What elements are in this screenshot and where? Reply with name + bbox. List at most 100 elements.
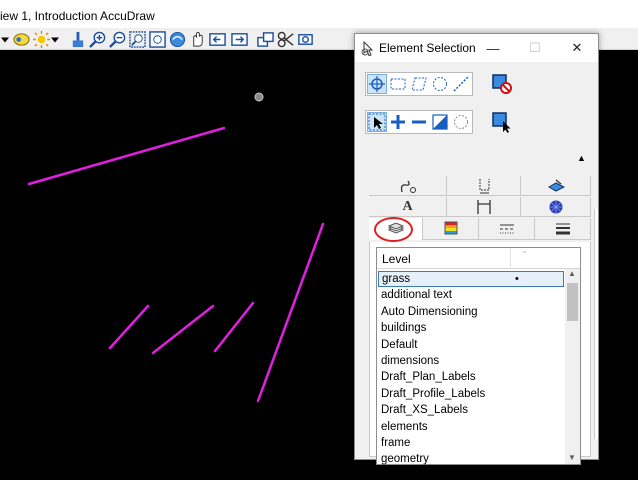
- line-element[interactable]: [151, 304, 215, 355]
- display-style-icon: [547, 178, 565, 192]
- scroll-down-icon[interactable]: ▼: [568, 453, 576, 462]
- invert-mode-icon[interactable]: [430, 112, 450, 132]
- fit-view-icon[interactable]: [148, 30, 166, 48]
- brush-icon[interactable]: [68, 30, 86, 48]
- element-selection-icon: [361, 40, 374, 56]
- list-item[interactable]: frame: [378, 435, 564, 451]
- tab-line-style[interactable]: [479, 218, 535, 240]
- list-item[interactable]: dimensions: [378, 353, 564, 369]
- close-button[interactable]: ✕: [567, 38, 587, 58]
- dialog-title-bar[interactable]: Element Selection — ☐ ✕: [355, 34, 598, 62]
- minimize-button[interactable]: —: [483, 38, 503, 58]
- lights-dropdown-icon[interactable]: [50, 30, 60, 48]
- weight-icon: [555, 223, 570, 234]
- level-list-header[interactable]: Level ˇ: [377, 248, 580, 269]
- zoom-in-icon[interactable]: [88, 30, 106, 48]
- level-column-header[interactable]: Level: [382, 252, 411, 266]
- clip-icon[interactable]: [276, 30, 294, 48]
- line-element[interactable]: [256, 222, 325, 403]
- dialog-title: Element Selection: [379, 41, 476, 55]
- camera-icon[interactable]: [296, 30, 314, 48]
- list-item[interactable]: Default: [378, 337, 564, 353]
- tab-dimension-style[interactable]: [447, 197, 521, 217]
- level-name: Draft_XS_Labels: [381, 404, 468, 417]
- clear-selection-icon[interactable]: [491, 73, 513, 95]
- tab-display-style[interactable]: [521, 176, 591, 196]
- annotation-circle: [374, 217, 413, 242]
- color-icon: [444, 221, 457, 234]
- panel-edge: [594, 209, 598, 439]
- select-all-icon[interactable]: [491, 111, 513, 133]
- level-name: Draft_Plan_Labels: [381, 371, 476, 384]
- element-selection-dialog: Element Selection — ☐ ✕ ▲ A Level ˇ gras…: [354, 33, 599, 465]
- subtract-mode-icon[interactable]: [409, 112, 429, 132]
- level-name: Default: [381, 338, 418, 351]
- list-item[interactable]: Draft_Plan_Labels: [378, 369, 564, 385]
- level-name: dimensions: [381, 354, 440, 367]
- add-mode-icon[interactable]: [388, 112, 408, 132]
- list-item[interactable]: additional text: [378, 287, 564, 303]
- tab-text-style[interactable]: A: [369, 197, 447, 217]
- tab-class[interactable]: [447, 176, 521, 196]
- list-item[interactable]: buildings: [378, 320, 564, 336]
- dimension-icon: [479, 178, 489, 193]
- microstation-window: iew 1, Introduction AccuDraw Element Sel…: [0, 0, 638, 480]
- dropdown-arrow-icon[interactable]: [0, 30, 10, 48]
- level-name: geometry: [381, 453, 429, 466]
- view-title-bar: iew 1, Introduction AccuDraw: [0, 0, 638, 28]
- maximize-button[interactable]: ☐: [525, 38, 545, 58]
- previous-view-icon[interactable]: [208, 30, 226, 48]
- circle-method-icon[interactable]: [430, 74, 450, 94]
- line-element[interactable]: [108, 304, 150, 350]
- lights-icon[interactable]: [32, 30, 50, 48]
- level-rows: grass • additional text Auto Dimensioning bu…: [378, 271, 564, 468]
- width-icon: [476, 199, 491, 214]
- scroll-thumb[interactable]: [567, 283, 578, 321]
- list-item[interactable]: Draft_XS_Labels: [378, 402, 564, 418]
- list-item[interactable]: geometry: [378, 451, 564, 467]
- list-item[interactable]: Draft_Profile_Labels: [378, 386, 564, 402]
- list-scrollbar[interactable]: ▲ ▼: [565, 269, 580, 464]
- level-panel: Level ˇ grass • additional text Auto Dimens…: [369, 242, 591, 465]
- tab-color[interactable]: [423, 218, 479, 240]
- level-name: buildings: [381, 322, 427, 335]
- next-view-icon[interactable]: [230, 30, 248, 48]
- tab-material[interactable]: [521, 197, 591, 217]
- line-element[interactable]: [213, 301, 255, 353]
- list-item[interactable]: elements: [378, 419, 564, 435]
- level-name: elements: [381, 420, 428, 433]
- active-level-marker: •: [515, 273, 519, 285]
- level-name: Draft_Profile_Labels: [381, 387, 486, 400]
- column-divider: [510, 248, 511, 269]
- line-element[interactable]: [27, 126, 226, 186]
- new-mode-pointer-icon[interactable]: [367, 112, 387, 132]
- tab-line-weight[interactable]: [535, 218, 591, 240]
- block-method-icon[interactable]: [388, 74, 408, 94]
- view-title: iew 1, Introduction AccuDraw: [0, 9, 155, 23]
- material-sphere-icon: [549, 200, 562, 213]
- scroll-up-icon[interactable]: ▲: [568, 269, 576, 278]
- level-name: grass: [382, 273, 411, 285]
- list-item[interactable]: Auto Dimensioning: [378, 304, 564, 320]
- level-list[interactable]: Level ˇ grass • additional text Auto Dimens…: [376, 247, 581, 465]
- tab-type[interactable]: [369, 176, 447, 196]
- level-name: additional text: [381, 289, 452, 302]
- copy-view-icon[interactable]: [256, 30, 274, 48]
- line-method-icon[interactable]: [451, 74, 471, 94]
- list-item[interactable]: grass •: [378, 271, 564, 288]
- individual-method-icon[interactable]: [367, 74, 387, 94]
- selection-method-group: [365, 72, 473, 96]
- clear-mode-icon[interactable]: [451, 112, 471, 132]
- selection-mode-group: [365, 110, 473, 134]
- collapse-arrow-icon[interactable]: ▲: [577, 153, 586, 163]
- zoom-out-icon[interactable]: [108, 30, 126, 48]
- shape-method-icon[interactable]: [409, 74, 429, 94]
- sort-chevron-icon[interactable]: ˇ: [523, 250, 526, 260]
- rotate-view-icon[interactable]: [168, 30, 186, 48]
- view-display-icon[interactable]: [12, 30, 30, 48]
- pan-icon[interactable]: [188, 30, 206, 48]
- curve-icon: [400, 180, 416, 193]
- level-name: frame: [381, 436, 411, 449]
- window-area-icon[interactable]: [128, 30, 146, 48]
- dialog-body: ▲ A Level ˇ grass • additional text Auto…: [355, 62, 598, 465]
